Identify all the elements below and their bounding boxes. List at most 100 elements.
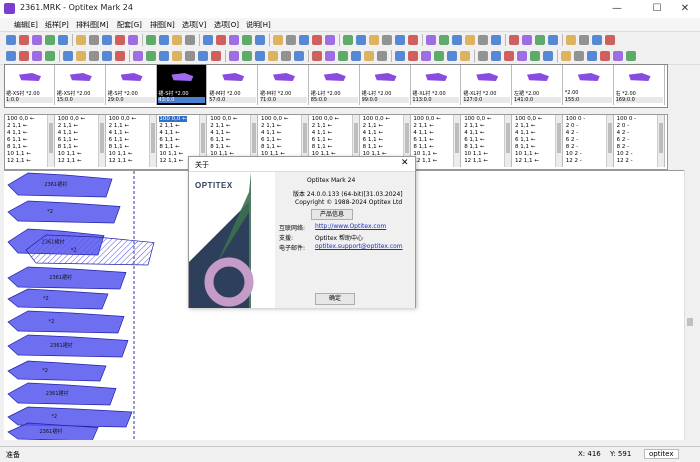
toolbar-tool-icon[interactable] [587, 51, 597, 61]
piece-thumbnail[interactable]: 裙-XL衬 *2.00 127:0.0 [462, 65, 513, 105]
size-column-scrollbar[interactable] [47, 115, 54, 167]
size-column[interactable]: 100 0,0 ← 2 1,1 ← 4 1,1 ← 6 1,1 ← 8 1,1 ← 10 … [411, 115, 462, 167]
piece-thumbnail[interactable]: 左裙 *2.00 141:0.0 [513, 65, 563, 105]
toolbar-tool-icon[interactable] [566, 35, 576, 45]
toolbar-tool-icon[interactable] [242, 51, 252, 61]
toolbar-tool-icon[interactable] [146, 51, 156, 61]
toolbar-tool-icon[interactable] [115, 51, 125, 61]
toolbar-tool-icon[interactable] [408, 35, 418, 45]
size-row[interactable]: 8 1,1 ← [261, 144, 281, 150]
size-row[interactable]: 100 0,0 ← [210, 116, 237, 122]
toolbar-tool-icon[interactable] [159, 51, 169, 61]
vertical-scroll-thumb[interactable] [687, 318, 693, 326]
toolbar-tool-icon[interactable] [45, 35, 55, 45]
toolbar-tool-icon[interactable] [613, 51, 623, 61]
toolbar-tool-icon[interactable] [439, 35, 449, 45]
toolbar-tool-icon[interactable] [76, 35, 86, 45]
size-row[interactable]: 2 0 - [617, 123, 629, 129]
size-row[interactable]: 100 0,0 ← [7, 116, 34, 122]
size-row[interactable]: 6 1,1 ← [159, 137, 179, 143]
size-row[interactable]: 4 1,1 ← [210, 130, 230, 136]
size-row[interactable]: 12 1,1 ← [515, 158, 539, 164]
size-row[interactable]: 4 2 - [566, 130, 578, 136]
size-column-scrollbar[interactable] [555, 115, 562, 167]
scroll-thumb[interactable] [303, 123, 307, 153]
size-row[interactable]: 6 1,1 ← [58, 137, 78, 143]
toolbar-tool-icon[interactable] [369, 35, 379, 45]
toolbar-tool-icon[interactable] [146, 35, 156, 45]
size-row[interactable]: 2 1,1 ← [363, 123, 383, 129]
toolbar-tool-icon[interactable] [281, 51, 291, 61]
toolbar-tool-icon[interactable] [364, 51, 374, 61]
size-row[interactable]: 12 1,1 ← [7, 158, 31, 164]
piece-thumbnail[interactable]: 裙-XL衬 *2.00 113:0.0 [411, 65, 462, 105]
size-row[interactable]: 10 2 - [566, 151, 582, 157]
piece-thumbnail[interactable]: 裙-S衬 *2.00 43:0.0 [157, 65, 208, 105]
email-link[interactable]: optitex.support@optitex.com [315, 243, 403, 250]
size-row[interactable]: 2 1,1 ← [109, 123, 129, 129]
scroll-thumb[interactable] [607, 123, 612, 153]
size-row[interactable]: 10 1,1 ← [109, 151, 133, 157]
toolbar-tool-icon[interactable] [299, 35, 309, 45]
size-row[interactable]: 2 1,1 ← [159, 123, 179, 129]
toolbar-tool-icon[interactable] [76, 51, 86, 61]
toolbar-tool-icon[interactable] [159, 35, 169, 45]
toolbar-tool-icon[interactable] [89, 35, 99, 45]
toolbar-tool-icon[interactable] [561, 51, 571, 61]
size-row[interactable]: 10 1,1 ← [58, 151, 82, 157]
toolbar-tool-icon[interactable] [172, 51, 182, 61]
toolbar-tool-icon[interactable] [312, 51, 322, 61]
size-row[interactable]: 4 1,1 ← [363, 130, 383, 136]
size-column-scrollbar[interactable] [97, 115, 105, 167]
marker-piece[interactable] [7, 200, 121, 224]
toolbar-tool-icon[interactable] [6, 35, 16, 45]
size-column-scrollbar[interactable] [656, 115, 664, 167]
maximize-button[interactable]: ☐ [642, 1, 672, 17]
size-row[interactable]: 10 1,1 ← [7, 151, 31, 157]
size-column[interactable]: 100 0,0 ← 2 1,1 ← 4 1,1 ← 6 1,1 ← 8 1,1 ← 10 … [462, 115, 513, 167]
toolbar-tool-icon[interactable] [63, 51, 73, 61]
minimize-button[interactable]: — [602, 1, 632, 17]
toolbar-tool-icon[interactable] [478, 35, 488, 45]
size-row[interactable]: 12 2 - [566, 158, 582, 164]
size-row[interactable]: 10 1,1 ← [464, 151, 488, 157]
size-row[interactable]: 10 1,1 ← [515, 151, 539, 157]
size-row[interactable]: 6 1,1 ← [7, 137, 27, 143]
size-row[interactable]: 6 1,1 ← [109, 137, 129, 143]
size-column[interactable]: 100 0,0 ← 2 1,1 ← 4 1,1 ← 6 1,1 ← 8 1,1 ← 10 … [55, 115, 106, 167]
toolbar-tool-icon[interactable] [216, 35, 226, 45]
size-row[interactable]: 12 1,1 ← [464, 158, 488, 164]
size-row[interactable]: 8 1,1 ← [109, 144, 129, 150]
size-row[interactable]: 100 0,0 ← [413, 116, 440, 122]
marker-piece[interactable] [25, 234, 155, 266]
menu-bundle[interactable]: 配套[G] [117, 20, 142, 30]
toolbar-tool-icon[interactable] [6, 51, 16, 61]
toolbar-tool-icon[interactable] [509, 35, 519, 45]
size-row[interactable]: 6 1,1 ← [312, 137, 332, 143]
toolbar-tool-icon[interactable] [255, 51, 265, 61]
toolbar-tool-icon[interactable] [351, 51, 361, 61]
size-row[interactable]: 8 1,1 ← [159, 144, 179, 150]
size-row[interactable]: 100 0,0 ← [109, 116, 136, 122]
dialog-close-icon[interactable]: ✕ [401, 158, 409, 168]
size-row[interactable]: 6 1,1 ← [210, 137, 230, 143]
size-column[interactable]: 100 0 -2 0 -4 2 -6 2 -8 2 -10 2 -12 2 - [563, 115, 614, 167]
toolbar-tool-icon[interactable] [530, 51, 540, 61]
size-column-scrollbar[interactable] [148, 115, 156, 167]
size-row[interactable]: 4 1,1 ← [312, 130, 332, 136]
toolbar-tool-icon[interactable] [434, 51, 444, 61]
toolbar-tool-icon[interactable] [377, 51, 387, 61]
size-row[interactable]: 12 1,1 ← [58, 158, 82, 164]
toolbar-tool-icon[interactable] [19, 35, 29, 45]
size-row[interactable]: 100 0 - [617, 116, 636, 122]
toolbar-tool-icon[interactable] [382, 35, 392, 45]
piece-thumbnail[interactable]: 裙-XS衬 *2.00 15:0.0 [55, 65, 106, 105]
size-row[interactable]: 8 1,1 ← [515, 144, 535, 150]
size-row[interactable]: 8 1,1 ← [312, 144, 332, 150]
toolbar-tool-icon[interactable] [517, 51, 527, 61]
toolbar-tool-icon[interactable] [605, 35, 615, 45]
toolbar-tool-icon[interactable] [600, 51, 610, 61]
size-row[interactable]: 4 1,1 ← [413, 130, 433, 136]
marker-piece[interactable] [7, 360, 107, 382]
toolbar-tool-icon[interactable] [338, 51, 348, 61]
